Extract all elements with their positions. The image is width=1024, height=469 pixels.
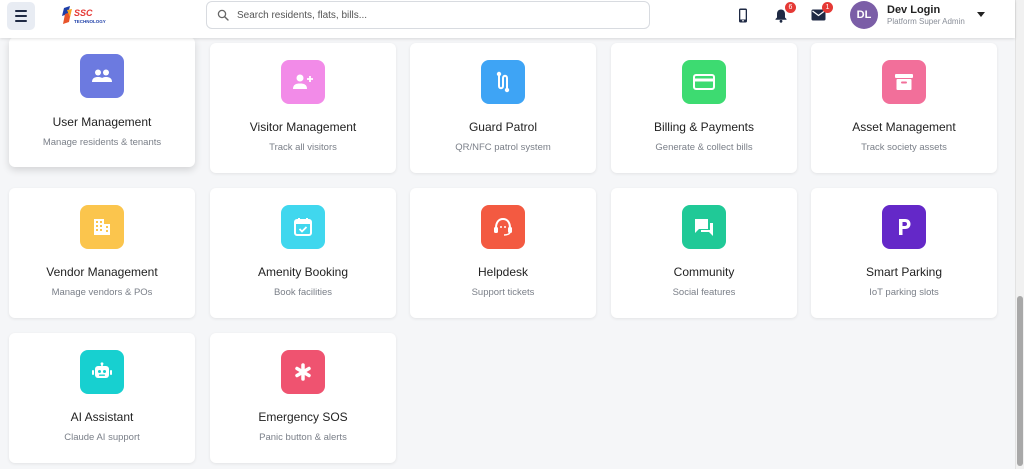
module-description: Manage residents & tenants xyxy=(42,137,162,148)
module-card-smart-parking[interactable]: Smart Parking IoT parking slots xyxy=(811,188,997,318)
menu-button[interactable] xyxy=(7,2,35,30)
mobile-view-button[interactable] xyxy=(734,6,752,24)
module-card-emergency-sos[interactable]: Emergency SOS Panic button & alerts xyxy=(210,333,396,463)
module-description: Track all visitors xyxy=(269,142,337,153)
module-description: Panic button & alerts xyxy=(259,432,347,443)
chevron-down-icon[interactable] xyxy=(977,12,985,17)
module-card-visitor-management[interactable]: Visitor Management Track all visitors xyxy=(210,43,396,173)
module-description: QR/NFC patrol system xyxy=(455,142,551,153)
archive-box-icon xyxy=(882,60,926,104)
scrollbar-thumb[interactable] xyxy=(1017,296,1023,466)
module-description: Social features xyxy=(672,287,736,298)
asterisk-icon xyxy=(281,350,325,394)
brand-logo[interactable]: SSC TECHNOLOGY xyxy=(60,4,118,26)
notifications-badge: 6 xyxy=(785,2,796,13)
module-card-vendor-management[interactable]: Vendor Management Manage vendors & POs xyxy=(9,188,195,318)
svg-text:TECHNOLOGY: TECHNOLOGY xyxy=(74,19,106,24)
user-role: Platform Super Admin xyxy=(887,17,965,26)
module-title: Guard Patrol xyxy=(468,120,538,134)
module-description: Track society assets xyxy=(861,142,947,153)
search-input[interactable] xyxy=(237,9,617,21)
module-card-amenity-booking[interactable]: Amenity Booking Book facilities xyxy=(210,188,396,318)
module-card-ai-assistant[interactable]: AI Assistant Claude AI support xyxy=(9,333,195,463)
module-title: Billing & Payments xyxy=(653,120,755,134)
support-agent-icon xyxy=(481,205,525,249)
module-description: IoT parking slots xyxy=(869,287,939,298)
notifications-button[interactable]: 6 xyxy=(772,2,796,24)
messages-button[interactable]: 1 xyxy=(809,2,833,24)
svg-text:SSC: SSC xyxy=(74,8,93,18)
messages-badge: 1 xyxy=(822,2,833,13)
calendar-check-icon xyxy=(281,205,325,249)
module-title: AI Assistant xyxy=(70,410,134,424)
module-card-helpdesk[interactable]: Helpdesk Support tickets xyxy=(410,188,596,318)
module-title: Smart Parking xyxy=(865,265,943,279)
user-name: Dev Login xyxy=(887,4,941,16)
page-scrollbar[interactable] xyxy=(1015,0,1024,469)
phone-icon xyxy=(739,8,747,22)
module-card-user-management[interactable]: User Management Manage residents & tenan… xyxy=(9,37,195,167)
module-card-billing-payments[interactable]: Billing & Payments Generate & collect bi… xyxy=(611,43,797,173)
module-card-community[interactable]: Community Social features xyxy=(611,188,797,318)
search-icon xyxy=(217,9,229,21)
top-bar: SSC TECHNOLOGY 6 1 DL Dev Login Platform… xyxy=(0,0,1015,38)
hamburger-icon xyxy=(15,9,27,24)
building-icon xyxy=(80,205,124,249)
module-card-guard-patrol[interactable]: Guard Patrol QR/NFC patrol system xyxy=(410,43,596,173)
module-title: Emergency SOS xyxy=(258,410,348,424)
module-title: Community xyxy=(673,265,735,279)
module-title: Asset Management xyxy=(852,120,956,134)
avatar[interactable]: DL xyxy=(850,1,878,29)
users-icon xyxy=(80,54,124,98)
module-title: Vendor Management xyxy=(46,265,158,279)
module-description: Book facilities xyxy=(273,287,333,298)
module-card-asset-management[interactable]: Asset Management Track society assets xyxy=(811,43,997,173)
module-description: Support tickets xyxy=(471,287,535,298)
module-description: Generate & collect bills xyxy=(655,142,753,153)
module-description: Manage vendors & POs xyxy=(51,287,153,298)
module-title: Helpdesk xyxy=(477,265,529,279)
parking-icon xyxy=(882,205,926,249)
credit-card-icon xyxy=(682,60,726,104)
search-bar[interactable] xyxy=(206,1,650,29)
module-description: Claude AI support xyxy=(64,432,140,443)
add-person-icon xyxy=(281,60,325,104)
chat-bubbles-icon xyxy=(682,205,726,249)
route-icon xyxy=(481,60,525,104)
robot-icon xyxy=(80,350,124,394)
module-title: Visitor Management xyxy=(249,120,357,134)
module-title: User Management xyxy=(52,115,152,129)
module-title: Amenity Booking xyxy=(257,265,349,279)
